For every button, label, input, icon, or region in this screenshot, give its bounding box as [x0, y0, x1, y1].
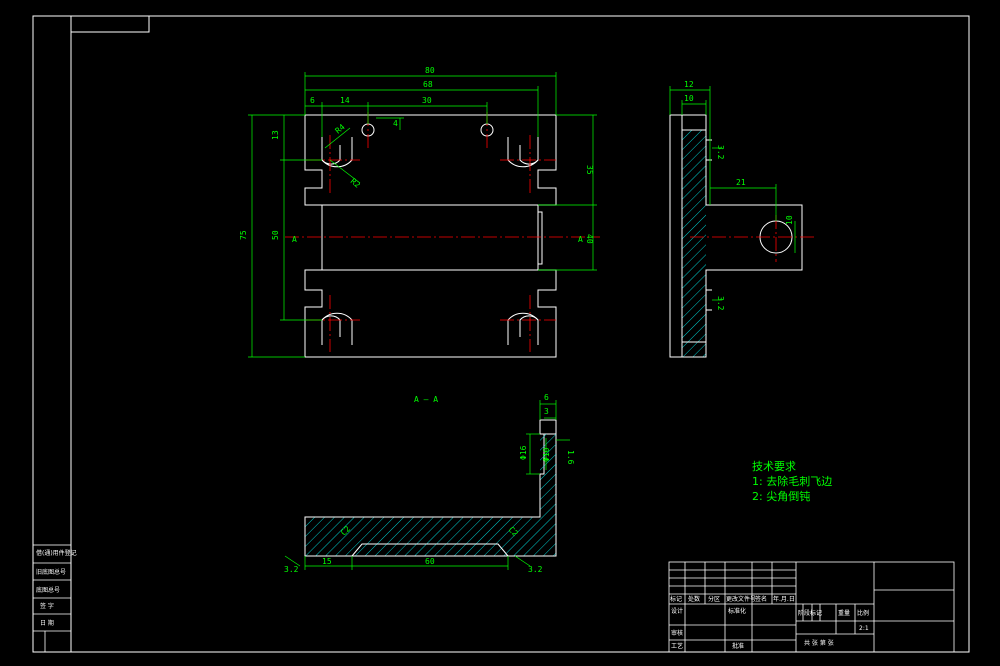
left-strip-row-3: 底图总号 — [36, 586, 60, 594]
dim-section-inner-width: 3 — [544, 407, 549, 416]
dim-overall-width: 80 — [425, 66, 435, 75]
dim-side-hole-diameter: 10 — [785, 215, 794, 225]
title-block-text: 标记 处数 分区 更改文件号 签名 年.月.日 设计 标准化 审核 工艺 批准 … — [670, 595, 869, 650]
tb-sheet-label: 共 张 第 张 — [804, 639, 834, 647]
dim-radius-2: R2 — [349, 177, 362, 190]
tb-design-label: 设计 — [671, 607, 683, 615]
side-view-centerline — [690, 215, 815, 262]
dim-plate-thickness: 10 — [684, 94, 694, 103]
dim-dia-inner: Φ10 — [542, 447, 551, 462]
dim-top-height: 13 — [271, 130, 280, 140]
technical-requirements: 技术要求 1: 去除毛刺飞边 2: 尖角倒钝 — [752, 460, 832, 503]
dim-boss-length: 21 — [736, 178, 746, 187]
left-strip-row-5: 日 期 — [40, 619, 54, 627]
front-view-outline — [304, 114, 557, 358]
tb-weight-label: 重量 — [838, 609, 850, 617]
dim-bottom-left: 15 — [322, 557, 332, 566]
left-strip-row-1: 借(通)用件登记 — [36, 549, 77, 557]
section-label: A — A — [414, 395, 438, 404]
dim-right-height: 35 — [585, 165, 594, 175]
front-view: 80 68 6 14 30 4 13 35 75 50 40 R4 R2 A A — [239, 66, 600, 358]
tb-scale-label: 比例 — [857, 609, 869, 617]
dim-radius-1: R4 — [334, 122, 347, 135]
tb-approve-label: 批准 — [732, 642, 744, 650]
title-block — [668, 561, 955, 653]
side-view: 12 10 21 10 3.2 3.2 — [669, 80, 815, 358]
tb-header-zone: 分区 — [708, 595, 720, 603]
roughness-section-top: 1.6 — [566, 450, 575, 465]
dim-dia-outer: Φ16 — [519, 445, 528, 460]
roughness-side-2: 3.2 — [716, 296, 725, 311]
tb-header-count: 处数 — [688, 595, 700, 603]
tb-stage-label: 阶段标记 — [798, 609, 822, 617]
left-strip-row-2: 旧底图总号 — [36, 568, 66, 576]
drawing-sheet: 借(通)用件登记 旧底图总号 底图总号 签 字 日 期 80 68 6 14 3… — [32, 15, 970, 653]
dim-slot-width: 40 — [585, 234, 594, 244]
dim-hole-offset: 14 — [340, 96, 350, 105]
dim-slot-span: 68 — [423, 80, 433, 89]
tech-req-item-2: 2: 尖角倒钝 — [752, 489, 810, 503]
section-view: A — A 6 3 Φ16 Φ10 1.6 15 60 C2 C2 3.2 3.… — [284, 393, 575, 574]
dim-overall-height: 75 — [239, 230, 248, 240]
roughness-side-1: 3.2 — [716, 145, 725, 160]
section-mark-left: A — [292, 235, 297, 244]
dim-bottom-slot: 60 — [425, 557, 435, 566]
tb-header-change: 更改文件号 — [726, 595, 756, 603]
tech-req-item-1: 1: 去除毛刺飞边 — [752, 474, 832, 488]
tb-header-date: 年.月.日 — [773, 595, 795, 603]
left-strip-row-4: 签 字 — [40, 602, 54, 610]
left-strip-table — [32, 544, 72, 653]
dim-inner-height: 50 — [271, 230, 280, 240]
tb-process-label: 工艺 — [671, 642, 683, 650]
dim-hole-depth: 4 — [393, 119, 398, 128]
dim-side-top-width: 12 — [684, 80, 694, 89]
tb-standard-label: 标准化 — [728, 607, 746, 615]
tb-review-label: 审核 — [671, 629, 683, 637]
tb-scale-value: 2:1 — [859, 625, 869, 632]
tb-header-sign: 签名 — [755, 595, 767, 603]
dim-hole-spacing: 30 — [422, 96, 432, 105]
front-view-dimension-text: 80 68 6 14 30 4 13 35 75 50 40 R4 R2 A A — [239, 66, 594, 244]
side-view-hatch — [682, 130, 706, 357]
roughness-section-right: 3.2 — [528, 565, 543, 574]
sheet-border — [32, 15, 970, 653]
dim-section-top-width: 6 — [544, 393, 549, 402]
section-mark-right: A — [578, 235, 583, 244]
dim-edge-offset: 6 — [310, 96, 315, 105]
roughness-section-left: 3.2 — [284, 565, 299, 574]
tb-header-mark: 标记 — [670, 595, 682, 603]
tech-req-heading: 技术要求 — [752, 460, 796, 473]
